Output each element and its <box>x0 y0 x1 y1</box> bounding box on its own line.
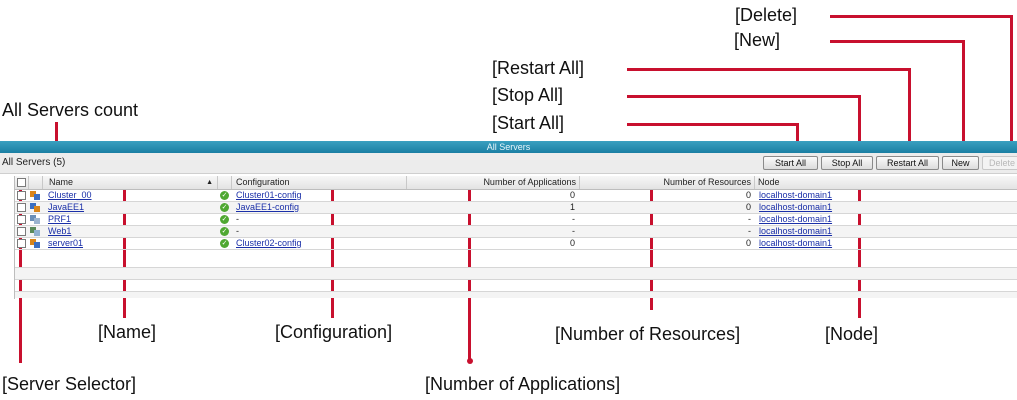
row-select-checkbox[interactable] <box>17 203 26 212</box>
icon-column-header <box>29 176 43 189</box>
table-row[interactable]: server01 ✓ Cluster02-config 0 0 localhost-dom… <box>15 238 1017 250</box>
callout-configuration: [Configuration] <box>275 322 393 342</box>
panel-title: All Servers <box>486 142 531 152</box>
apps-header-label: Number of Applications <box>483 177 576 187</box>
new-button[interactable]: New <box>942 156 979 170</box>
server-name-link[interactable]: PRF1 <box>48 214 71 225</box>
status-ok-icon: ✓ <box>220 203 229 212</box>
callout-delete: [Delete] <box>735 5 798 25</box>
name-column-header[interactable]: Name ▲ <box>43 176 218 189</box>
resources-count: 0 <box>745 202 751 212</box>
empty-row <box>15 292 1017 298</box>
leader-line-restart-all <box>627 68 910 71</box>
callout-all-servers-count: All Servers count <box>2 100 139 120</box>
row-select-checkbox[interactable] <box>17 227 26 236</box>
node-column-header[interactable]: Node <box>755 176 1017 189</box>
empty-row <box>15 268 1017 280</box>
status-ok-icon: ✓ <box>220 215 229 224</box>
callout-new: [New] <box>734 30 781 50</box>
node-link[interactable]: localhost-domain1 <box>759 214 832 225</box>
resources-header-label: Number of Resources <box>663 177 751 187</box>
name-header-label: Name <box>49 177 74 187</box>
restart-all-button[interactable]: Restart All <box>876 156 939 170</box>
callout-number-of-applications: [Number of Applications] <box>425 374 621 394</box>
leader-dot-number-of-applications <box>467 358 473 364</box>
applications-count: 0 <box>569 190 575 200</box>
table-row[interactable]: JavaEE1 ✓ JavaEE1-config 1 0 localhost-domain… <box>15 202 1017 214</box>
applications-count: - <box>572 214 575 224</box>
empty-row <box>15 280 1017 292</box>
stop-all-button[interactable]: Stop All <box>821 156 873 170</box>
node-link[interactable]: localhost-domain1 <box>759 202 832 213</box>
servers-table: Name ▲ Configuration Number of Applicati… <box>14 176 1017 299</box>
row-select-checkbox[interactable] <box>17 239 26 248</box>
row-select-checkbox[interactable] <box>17 215 26 224</box>
resources-column-header[interactable]: Number of Resources <box>580 176 755 189</box>
select-all-header <box>15 176 29 189</box>
node-link[interactable]: localhost-domain1 <box>759 238 832 249</box>
sort-ascending-icon: ▲ <box>206 179 213 186</box>
server-name-link[interactable]: Web1 <box>48 226 71 237</box>
leader-line-delete <box>1010 15 1013 158</box>
select-all-checkbox[interactable] <box>17 178 26 187</box>
node-link[interactable]: localhost-domain1 <box>759 226 832 237</box>
toolbar: All Servers (5) Start All Stop All Resta… <box>0 153 1017 174</box>
configuration-link[interactable]: Cluster02-config <box>236 238 302 249</box>
callout-start-all: [Start All] <box>492 113 565 133</box>
status-ok-icon: ✓ <box>220 239 229 248</box>
applications-count: 1 <box>569 202 575 212</box>
server-name-link[interactable]: server01 <box>48 238 83 249</box>
cluster-icon <box>30 238 40 248</box>
resources-count: - <box>748 214 751 224</box>
configuration-link: - <box>236 226 239 236</box>
callout-node: [Node] <box>825 324 879 344</box>
node-link[interactable]: localhost-domain1 <box>759 190 832 201</box>
leader-line-delete <box>830 15 1012 18</box>
configuration-link: - <box>236 214 239 224</box>
node-header-label: Node <box>758 177 780 187</box>
callout-name: [Name] <box>98 322 157 342</box>
configuration-link[interactable]: Cluster01-config <box>236 190 302 201</box>
server-name-link[interactable]: JavaEE1 <box>48 202 84 213</box>
status-ok-icon: ✓ <box>220 191 229 200</box>
leader-line-new <box>830 40 964 43</box>
callout-stop-all: [Stop All] <box>492 85 564 105</box>
panel-title-bar: All Servers <box>0 141 1017 153</box>
configuration-column-header[interactable]: Configuration <box>232 176 407 189</box>
resources-count: 0 <box>745 190 751 200</box>
server-name-link[interactable]: Cluster_00 <box>48 190 92 201</box>
row-select-checkbox[interactable] <box>17 191 26 200</box>
callout-server-selector: [Server Selector] <box>2 374 137 394</box>
delete-button[interactable]: Delete <box>982 156 1017 170</box>
configuration-link[interactable]: JavaEE1-config <box>236 202 299 213</box>
proxy-icon <box>30 214 40 224</box>
applications-count: 0 <box>569 238 575 248</box>
applications-count: - <box>572 226 575 236</box>
resources-count: 0 <box>745 238 751 248</box>
callout-restart-all: [Restart All] <box>492 58 585 78</box>
server-icon <box>30 202 40 212</box>
table-header: Name ▲ Configuration Number of Applicati… <box>15 176 1017 190</box>
resources-count: - <box>748 226 751 236</box>
table-row[interactable]: Web1 ✓ - - - localhost-domain1 <box>15 226 1017 238</box>
empty-row <box>15 256 1017 268</box>
callout-number-of-resources: [Number of Resources] <box>555 324 741 344</box>
table-row[interactable]: PRF1 ✓ - - - localhost-domain1 <box>15 214 1017 226</box>
leader-line-start-all <box>627 123 799 126</box>
configuration-header-label: Configuration <box>236 177 290 187</box>
status-column-header <box>218 176 232 189</box>
cluster-icon <box>30 190 40 200</box>
leader-line-stop-all <box>627 95 861 98</box>
web-server-icon <box>30 226 40 236</box>
apps-column-header[interactable]: Number of Applications <box>407 176 580 189</box>
start-all-button[interactable]: Start All <box>763 156 818 170</box>
status-ok-icon: ✓ <box>220 227 229 236</box>
all-servers-count: All Servers (5) <box>2 157 66 168</box>
table-row[interactable]: Cluster_00 ✓ Cluster01-config 0 0 localhost-d… <box>15 190 1017 202</box>
